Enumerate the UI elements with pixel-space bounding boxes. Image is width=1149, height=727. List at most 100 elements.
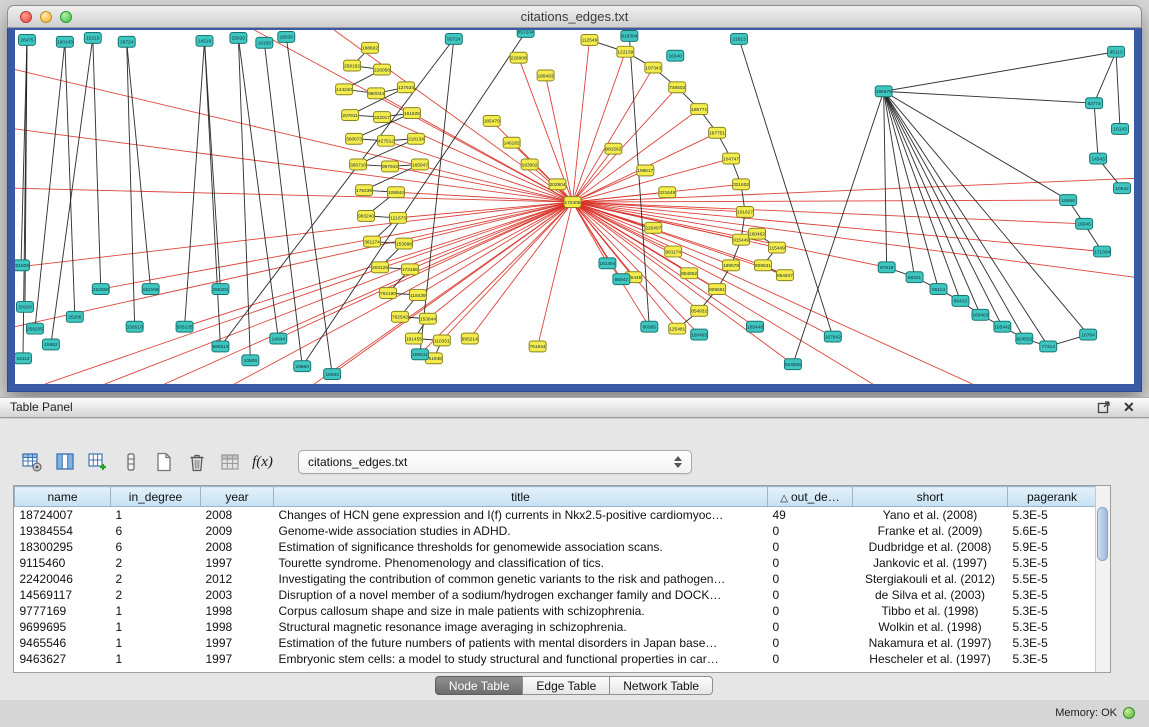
graph-node[interactable]: 146182	[503, 137, 520, 148]
graph-node[interactable]: 854952	[681, 268, 698, 279]
graph-node[interactable]: 308673	[346, 133, 363, 144]
graph-node[interactable]: 171034	[1094, 246, 1111, 257]
graph-node[interactable]: 185470	[483, 116, 500, 127]
column-header-short[interactable]: short	[853, 487, 1008, 507]
graph-node[interactable]: 590513	[212, 341, 229, 352]
table-cell[interactable]: 1	[111, 651, 201, 667]
graph-node[interactable]: 207911	[342, 110, 359, 121]
graph-node[interactable]: 185442	[994, 321, 1011, 332]
delete-table-button[interactable]	[183, 449, 210, 475]
table-cell[interactable]: 2008	[201, 539, 274, 555]
tab-edge-table[interactable]: Edge Table	[522, 676, 610, 695]
graph-node[interactable]: 15952	[42, 339, 59, 350]
table-cell[interactable]: 1998	[201, 619, 274, 635]
show-columns-button[interactable]	[51, 449, 78, 475]
table-cell[interactable]: 5.3E-5	[1008, 587, 1097, 603]
column-header-year[interactable]: year	[201, 487, 274, 507]
graph-node[interactable]: 190143	[56, 36, 73, 47]
table-row[interactable]: 969969511998Structural magnetic resonanc…	[15, 619, 1097, 635]
graph-node[interactable]: 191455	[405, 333, 422, 344]
graph-node[interactable]: 16640	[667, 50, 684, 61]
graph-node[interactable]: 218134	[407, 133, 424, 144]
graph-node[interactable]: 160465	[691, 329, 708, 340]
column-header-name[interactable]: name	[15, 487, 111, 507]
table-cell[interactable]: Genome-wide association studies in ADHD.	[274, 523, 768, 539]
graph-node[interactable]: 924502	[1016, 333, 1033, 344]
graph-node[interactable]: 762542	[391, 311, 408, 322]
table-row[interactable]: 1872400712008Changes of HCN gene express…	[15, 507, 1097, 524]
table-cell[interactable]: 14569117	[15, 587, 111, 603]
graph-node[interactable]: 10643	[1114, 183, 1131, 194]
table-cell[interactable]: 0	[768, 635, 853, 651]
graph-node[interactable]: 189578	[723, 260, 740, 271]
table-cell[interactable]: 0	[768, 571, 853, 587]
tab-network-table[interactable]: Network Table	[609, 676, 713, 695]
table-cell[interactable]: 0	[768, 539, 853, 555]
table-cell[interactable]: 1	[111, 619, 201, 635]
graph-node[interactable]: 322017	[374, 112, 391, 123]
table-cell[interactable]: Disruption of a novel member of a sodium…	[274, 587, 768, 603]
graph-node[interactable]: 762190	[380, 288, 397, 299]
graph-node[interactable]: 761944	[529, 341, 546, 352]
graph-node[interactable]: 104747	[723, 153, 740, 164]
table-cell[interactable]: 5.3E-5	[1008, 619, 1097, 635]
add-column-button[interactable]	[84, 449, 111, 475]
table-row[interactable]: 946554611997Estimation of the future num…	[15, 635, 1097, 651]
graph-node[interactable]: 427512	[378, 135, 395, 146]
table-cell[interactable]: 5.9E-5	[1008, 539, 1097, 555]
graph-node[interactable]: 854932	[691, 305, 708, 316]
table-cell[interactable]: Nakamura et al. (1997)	[853, 635, 1008, 651]
graph-node[interactable]: 226008	[510, 52, 527, 63]
table-cell[interactable]: 6	[111, 539, 201, 555]
table-cell[interactable]: Stergiakouli et al. (2012)	[853, 571, 1008, 587]
table-row[interactable]: 1830029562008Estimation of significance …	[15, 539, 1097, 555]
table-cell[interactable]: 1997	[201, 651, 274, 667]
table-cell[interactable]: Estimation of significance thresholds fo…	[274, 539, 768, 555]
graph-node[interactable]: 98431	[906, 272, 923, 283]
graph-node[interactable]: 160463	[972, 309, 989, 320]
graph-node[interactable]: 18030	[278, 31, 295, 42]
graph-node[interactable]: 854937	[776, 270, 793, 281]
graph-node[interactable]: 259205	[26, 323, 43, 334]
window-titlebar[interactable]: citations_edges.txt	[7, 5, 1142, 28]
graph-node[interactable]: 924506	[784, 359, 801, 370]
table-cell[interactable]: 2003	[201, 587, 274, 603]
table-row[interactable]: 1456911722003Disruption of a novel membe…	[15, 587, 1097, 603]
graph-node[interactable]: 28475	[18, 34, 35, 45]
graph-node[interactable]: 127534	[397, 82, 414, 93]
float-panel-icon[interactable]	[1097, 400, 1111, 414]
network-graph[interactable]: 1886022581822260581442409800341275342079…	[15, 30, 1134, 384]
graph-node[interactable]: 185448	[747, 321, 764, 332]
table-cell[interactable]: 5.5E-5	[1008, 571, 1097, 587]
graph-node[interactable]: 16933	[324, 369, 341, 380]
table-cell[interactable]: Dudbridge et al. (2008)	[853, 539, 1008, 555]
table-options-button[interactable]	[18, 449, 45, 475]
graph-node[interactable]: 197343	[645, 62, 662, 73]
table-cell[interactable]: 1997	[201, 555, 274, 571]
graph-node[interactable]: 303126	[372, 262, 389, 273]
table-cell[interactable]: 5.6E-5	[1008, 523, 1097, 539]
graph-node[interactable]: 161625	[403, 108, 420, 119]
table-cell[interactable]: 2009	[201, 523, 274, 539]
table-cell[interactable]: Wolkin et al. (1998)	[853, 619, 1008, 635]
table-cell[interactable]: 5.3E-5	[1008, 603, 1097, 619]
minimize-window-button[interactable]	[40, 11, 52, 23]
graph-node[interactable]: 183002	[521, 159, 538, 170]
graph-node[interactable]: 915449	[733, 234, 750, 245]
import-table-button[interactable]	[216, 449, 243, 475]
table-selector-dropdown[interactable]: citations_edges.txt	[298, 450, 692, 474]
scrollbar-thumb[interactable]	[1097, 507, 1108, 561]
graph-node[interactable]: 115449	[768, 242, 785, 253]
graph-node[interactable]: 18724	[118, 36, 135, 47]
table-cell[interactable]: 2008	[201, 507, 274, 524]
network-canvas[interactable]: 1886022581822260581442409800341275342079…	[15, 30, 1134, 384]
graph-node[interactable]: 983240	[358, 210, 375, 221]
table-cell[interactable]: Investigating the contribution of common…	[274, 571, 768, 587]
table-cell[interactable]: Estimation of the future numbers of pati…	[274, 635, 768, 651]
table-cell[interactable]: Structural magnetic resonance image aver…	[274, 619, 768, 635]
graph-node[interactable]: 109944	[388, 187, 405, 198]
graph-node[interactable]: 153644	[419, 313, 436, 324]
graph-node[interactable]: 178339	[356, 185, 373, 196]
graph-node[interactable]: 321649	[659, 187, 676, 198]
table-cell[interactable]: 2	[111, 587, 201, 603]
